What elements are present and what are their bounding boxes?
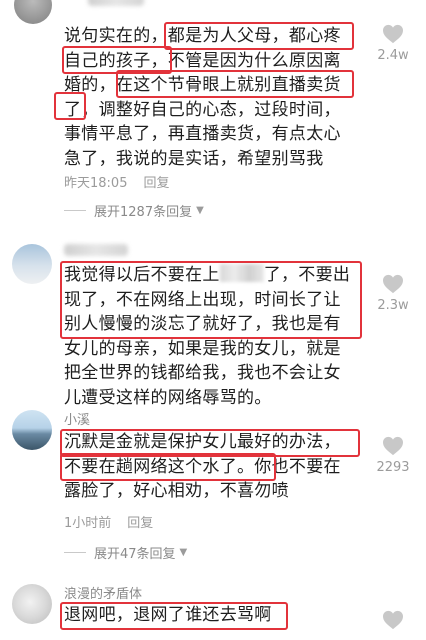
like-button[interactable]: 2293 (373, 436, 413, 475)
chevron-down-icon: ▼ (196, 205, 204, 216)
like-count: 2.4w (377, 48, 409, 63)
like-button[interactable]: 2.4w (373, 24, 413, 63)
like-count: 2.3w (377, 298, 409, 313)
highlight-box (116, 70, 354, 98)
username[interactable]: 小溪 (64, 409, 90, 428)
expand-replies-label: 展开1287条回复 (94, 205, 193, 220)
comment-2: 我觉得以后不要在上 了，不要出 现了，不在网络上出现，时间长了让 别人慢慢的淡忘了… (0, 230, 426, 408)
highlight-box (60, 602, 288, 630)
comment-meta: 昨天18:05 回复 (64, 172, 169, 191)
avatar[interactable] (12, 244, 52, 284)
chevron-down-icon: ▼ (179, 547, 188, 558)
avatar[interactable] (12, 584, 52, 624)
expand-replies-label: 展开47条回复 (94, 547, 176, 562)
highlight-box (164, 22, 354, 50)
comment-3: 小溪 沉默是金就是保护女儿最好的办法， 不要在趟网络这个水了。你也不要在 露脸了… (0, 400, 426, 570)
heart-icon (383, 274, 403, 294)
comment-meta: 1小时前 回复 (64, 512, 153, 531)
expand-replies-button[interactable]: 展开1287条回复 ▼ (64, 201, 204, 220)
highlight-box (60, 261, 362, 339)
like-button[interactable] (373, 610, 413, 630)
highlight-box (60, 453, 276, 481)
divider (64, 210, 86, 211)
highlight-box (54, 92, 86, 120)
divider (64, 552, 86, 553)
heart-icon (383, 24, 403, 44)
heart-icon (383, 436, 403, 456)
comment-4: 浪漫的矛盾体 退网吧，退网了谁还去骂啊 (0, 570, 426, 640)
like-button[interactable]: 2.3w (373, 274, 413, 313)
expand-replies-button[interactable]: 展开47条回复 ▼ (64, 543, 187, 562)
avatar[interactable] (12, 410, 52, 450)
comment-1: 说句实在的，都是为人父母，都心疼 自己的孩子，不管是因为什么原因离 婚的，在这个… (0, 0, 426, 230)
heart-icon (383, 610, 403, 630)
like-count: 2293 (376, 460, 410, 475)
timestamp: 1小时前 (64, 516, 112, 531)
username-blurred (64, 244, 128, 256)
reply-button[interactable]: 回复 (143, 176, 169, 191)
username[interactable]: 浪漫的矛盾体 (64, 583, 142, 602)
reply-button[interactable]: 回复 (127, 516, 153, 531)
timestamp: 昨天18:05 (64, 176, 128, 191)
username-blurred (88, 0, 144, 6)
avatar[interactable] (14, 0, 52, 24)
